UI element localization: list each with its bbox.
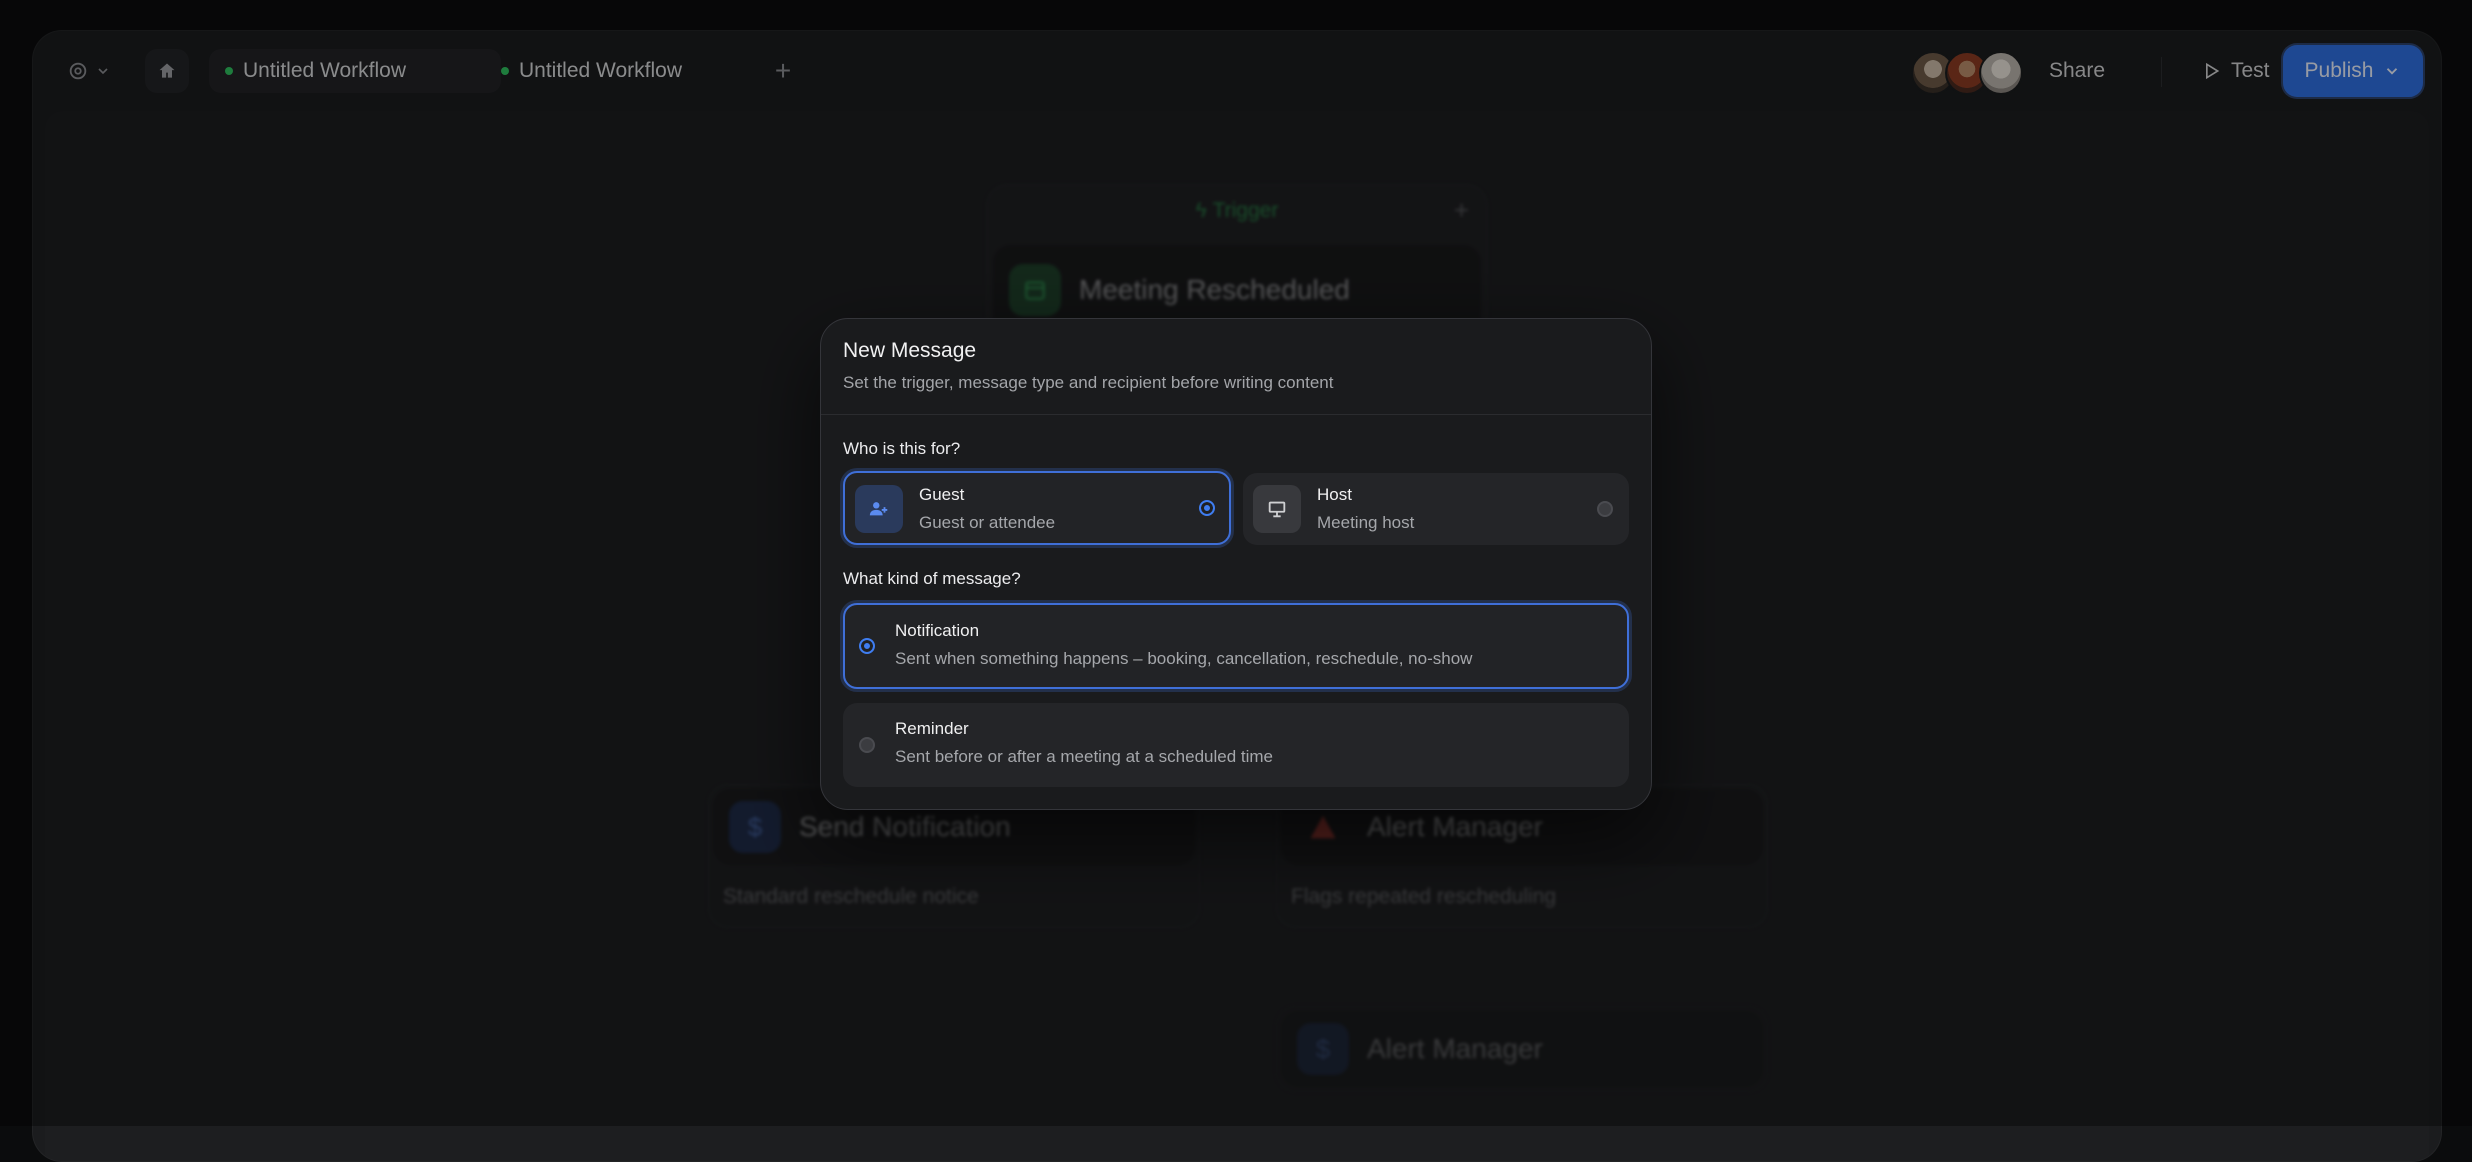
type-title: Notification (895, 621, 980, 640)
new-message-dialog: New Message Set the trigger, message typ… (820, 318, 1652, 810)
recipient-option-guest[interactable]: Guest Guest or attendee (843, 471, 1231, 545)
message-type-notification[interactable]: Notification Sent when something happens… (843, 603, 1629, 689)
recipient-option-host[interactable]: Host Meeting host (1243, 473, 1629, 545)
dialog-header: New Message Set the trigger, message typ… (821, 319, 1651, 415)
user-plus-icon (855, 485, 903, 533)
type-subtitle: Sent when something happens – booking, c… (895, 649, 1473, 668)
recipient-subtitle: Guest or attendee (919, 513, 1056, 532)
recipient-subtitle: Meeting host (1317, 513, 1415, 532)
radio-selected[interactable] (1199, 500, 1215, 516)
message-type-reminder[interactable]: Reminder Sent before or after a meeting … (843, 703, 1629, 787)
dialog-title: New Message (843, 339, 977, 362)
recipient-label: Who is this for? (843, 439, 961, 458)
radio-unselected[interactable] (859, 737, 875, 753)
dialog-subtitle: Set the trigger, message type and recipi… (843, 373, 1334, 392)
message-type-label: What kind of message? (843, 569, 1021, 588)
radio-selected[interactable] (859, 638, 875, 654)
type-subtitle: Sent before or after a meeting at a sche… (895, 747, 1274, 766)
type-title: Reminder (895, 719, 969, 738)
radio-unselected[interactable] (1597, 501, 1613, 517)
recipient-title: Host (1317, 485, 1352, 504)
recipient-title: Guest (919, 485, 965, 504)
presentation-icon (1253, 485, 1301, 533)
